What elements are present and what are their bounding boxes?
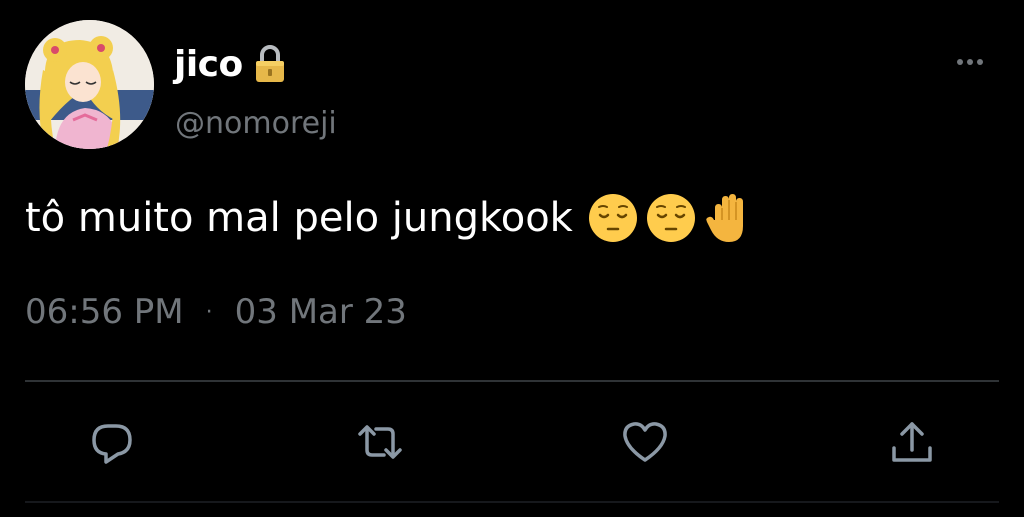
- reply-button[interactable]: [88, 418, 136, 466]
- avatar[interactable]: [25, 20, 154, 149]
- pensive-face-icon: [645, 190, 697, 246]
- more-icon: [957, 59, 983, 65]
- tweet-meta: 06:56 PM · 03 Mar 23: [25, 292, 407, 332]
- user-handle[interactable]: @nomoreji: [175, 106, 337, 141]
- display-name[interactable]: jico: [174, 44, 243, 85]
- retweet-button[interactable]: [356, 418, 404, 466]
- bottom-divider: [25, 501, 999, 503]
- tweet-date[interactable]: 03 Mar 23: [235, 292, 407, 332]
- raised-hand-icon: [703, 190, 755, 246]
- like-button[interactable]: [621, 418, 669, 466]
- share-button[interactable]: [888, 418, 936, 466]
- reply-icon: [92, 424, 132, 464]
- tweet-card: jico @nomoreji tô muito mal pelo jungkoo…: [0, 0, 1024, 517]
- avatar-image: [25, 20, 154, 149]
- more-button[interactable]: [950, 50, 990, 74]
- meta-separator: ·: [205, 299, 213, 325]
- lock-icon: [253, 44, 287, 84]
- pensive-face-icon: [587, 190, 639, 246]
- tweet-text-container: tô muito mal pelo jungkook: [25, 190, 761, 246]
- divider: [25, 380, 999, 382]
- retweet-icon: [358, 425, 402, 459]
- tweet-text: tô muito mal pelo jungkook: [25, 195, 573, 241]
- share-icon: [892, 422, 932, 462]
- tweet-time[interactable]: 06:56 PM: [25, 292, 184, 332]
- emoji-row: [587, 190, 761, 246]
- heart-icon: [623, 422, 667, 462]
- name-row: jico: [174, 40, 287, 88]
